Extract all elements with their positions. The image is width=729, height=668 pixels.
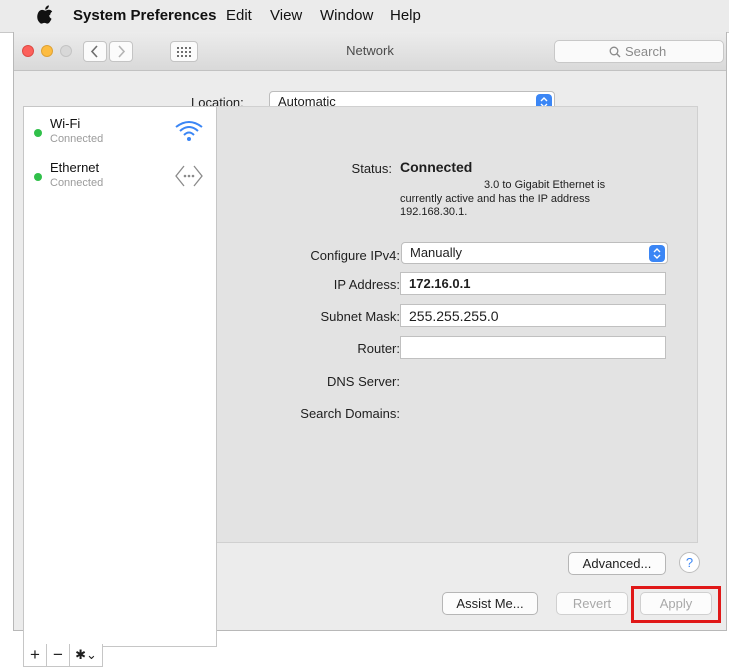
search-placeholder: Search xyxy=(625,44,667,59)
title-bar: Network Search xyxy=(14,32,726,71)
add-service-button[interactable]: + xyxy=(23,644,47,667)
configure-ipv4-value: Manually xyxy=(410,245,463,260)
help-button[interactable]: ? xyxy=(679,552,700,573)
wifi-icon xyxy=(175,121,203,141)
menu-app-name[interactable]: System Preferences xyxy=(73,7,216,24)
popup-arrows-icon xyxy=(649,245,665,262)
subnet-mask-field[interactable]: 255.255.255.0 xyxy=(400,304,666,327)
status-description-line3: 192.168.30.1. xyxy=(400,206,468,218)
menu-edit[interactable]: Edit xyxy=(226,7,252,24)
subnet-mask-label: Subnet Mask: xyxy=(320,309,401,324)
service-name: Wi-Fi xyxy=(50,116,81,131)
ip-address-value: 172.16.0.1 xyxy=(409,276,471,291)
menu-window[interactable]: Window xyxy=(320,7,373,24)
configure-ipv4-label: Configure IPv4: xyxy=(310,248,400,263)
service-list-toolbar: + − ✱⌄ xyxy=(23,644,217,668)
remove-service-button[interactable]: − xyxy=(46,644,70,667)
search-icon xyxy=(609,46,621,58)
revert-button[interactable]: Revert xyxy=(556,592,628,615)
ip-address-field[interactable]: 172.16.0.1 xyxy=(400,272,666,295)
service-name: Ethernet xyxy=(50,160,100,175)
search-field[interactable]: Search xyxy=(554,40,724,63)
menu-bar: System Preferences Edit View Window Help xyxy=(0,0,729,33)
service-status: Connected xyxy=(50,133,104,145)
status-description-line2: currently active and has the IP address xyxy=(400,193,590,205)
status-description-line1: 3.0 to Gigabit Ethernet is xyxy=(484,179,606,191)
service-action-menu-button[interactable]: ✱⌄ xyxy=(69,644,103,667)
ethernet-icon xyxy=(175,165,203,187)
menu-view[interactable]: View xyxy=(270,7,302,24)
apple-menu-icon[interactable] xyxy=(37,5,53,24)
service-item-wifi[interactable]: Wi-Fi Connected xyxy=(24,113,216,153)
service-item-ethernet[interactable]: Ethernet Connected xyxy=(24,157,216,197)
dns-server-label: DNS Server: xyxy=(327,374,400,389)
status-value: Connected xyxy=(400,159,473,175)
router-label: Router: xyxy=(357,341,400,356)
service-list: Wi-Fi Connected Ethernet Connected xyxy=(23,106,217,647)
subnet-mask-value: 255.255.255.0 xyxy=(409,308,499,324)
router-field[interactable] xyxy=(400,336,666,359)
status-dot-green xyxy=(34,173,42,181)
assist-me-button[interactable]: Assist Me... xyxy=(442,592,538,615)
configure-ipv4-popup[interactable]: Manually xyxy=(401,242,668,264)
advanced-button[interactable]: Advanced... xyxy=(568,552,666,575)
service-status: Connected xyxy=(50,177,104,189)
network-preferences-window: Network Search Location: Automatic Wi-Fi… xyxy=(13,32,727,667)
ip-address-label: IP Address: xyxy=(333,277,400,292)
search-domains-label: Search Domains: xyxy=(300,406,400,421)
apply-highlight-box xyxy=(631,586,721,623)
status-dot-green xyxy=(34,129,42,137)
menu-help[interactable]: Help xyxy=(390,7,421,24)
status-label: Status: xyxy=(351,161,392,176)
